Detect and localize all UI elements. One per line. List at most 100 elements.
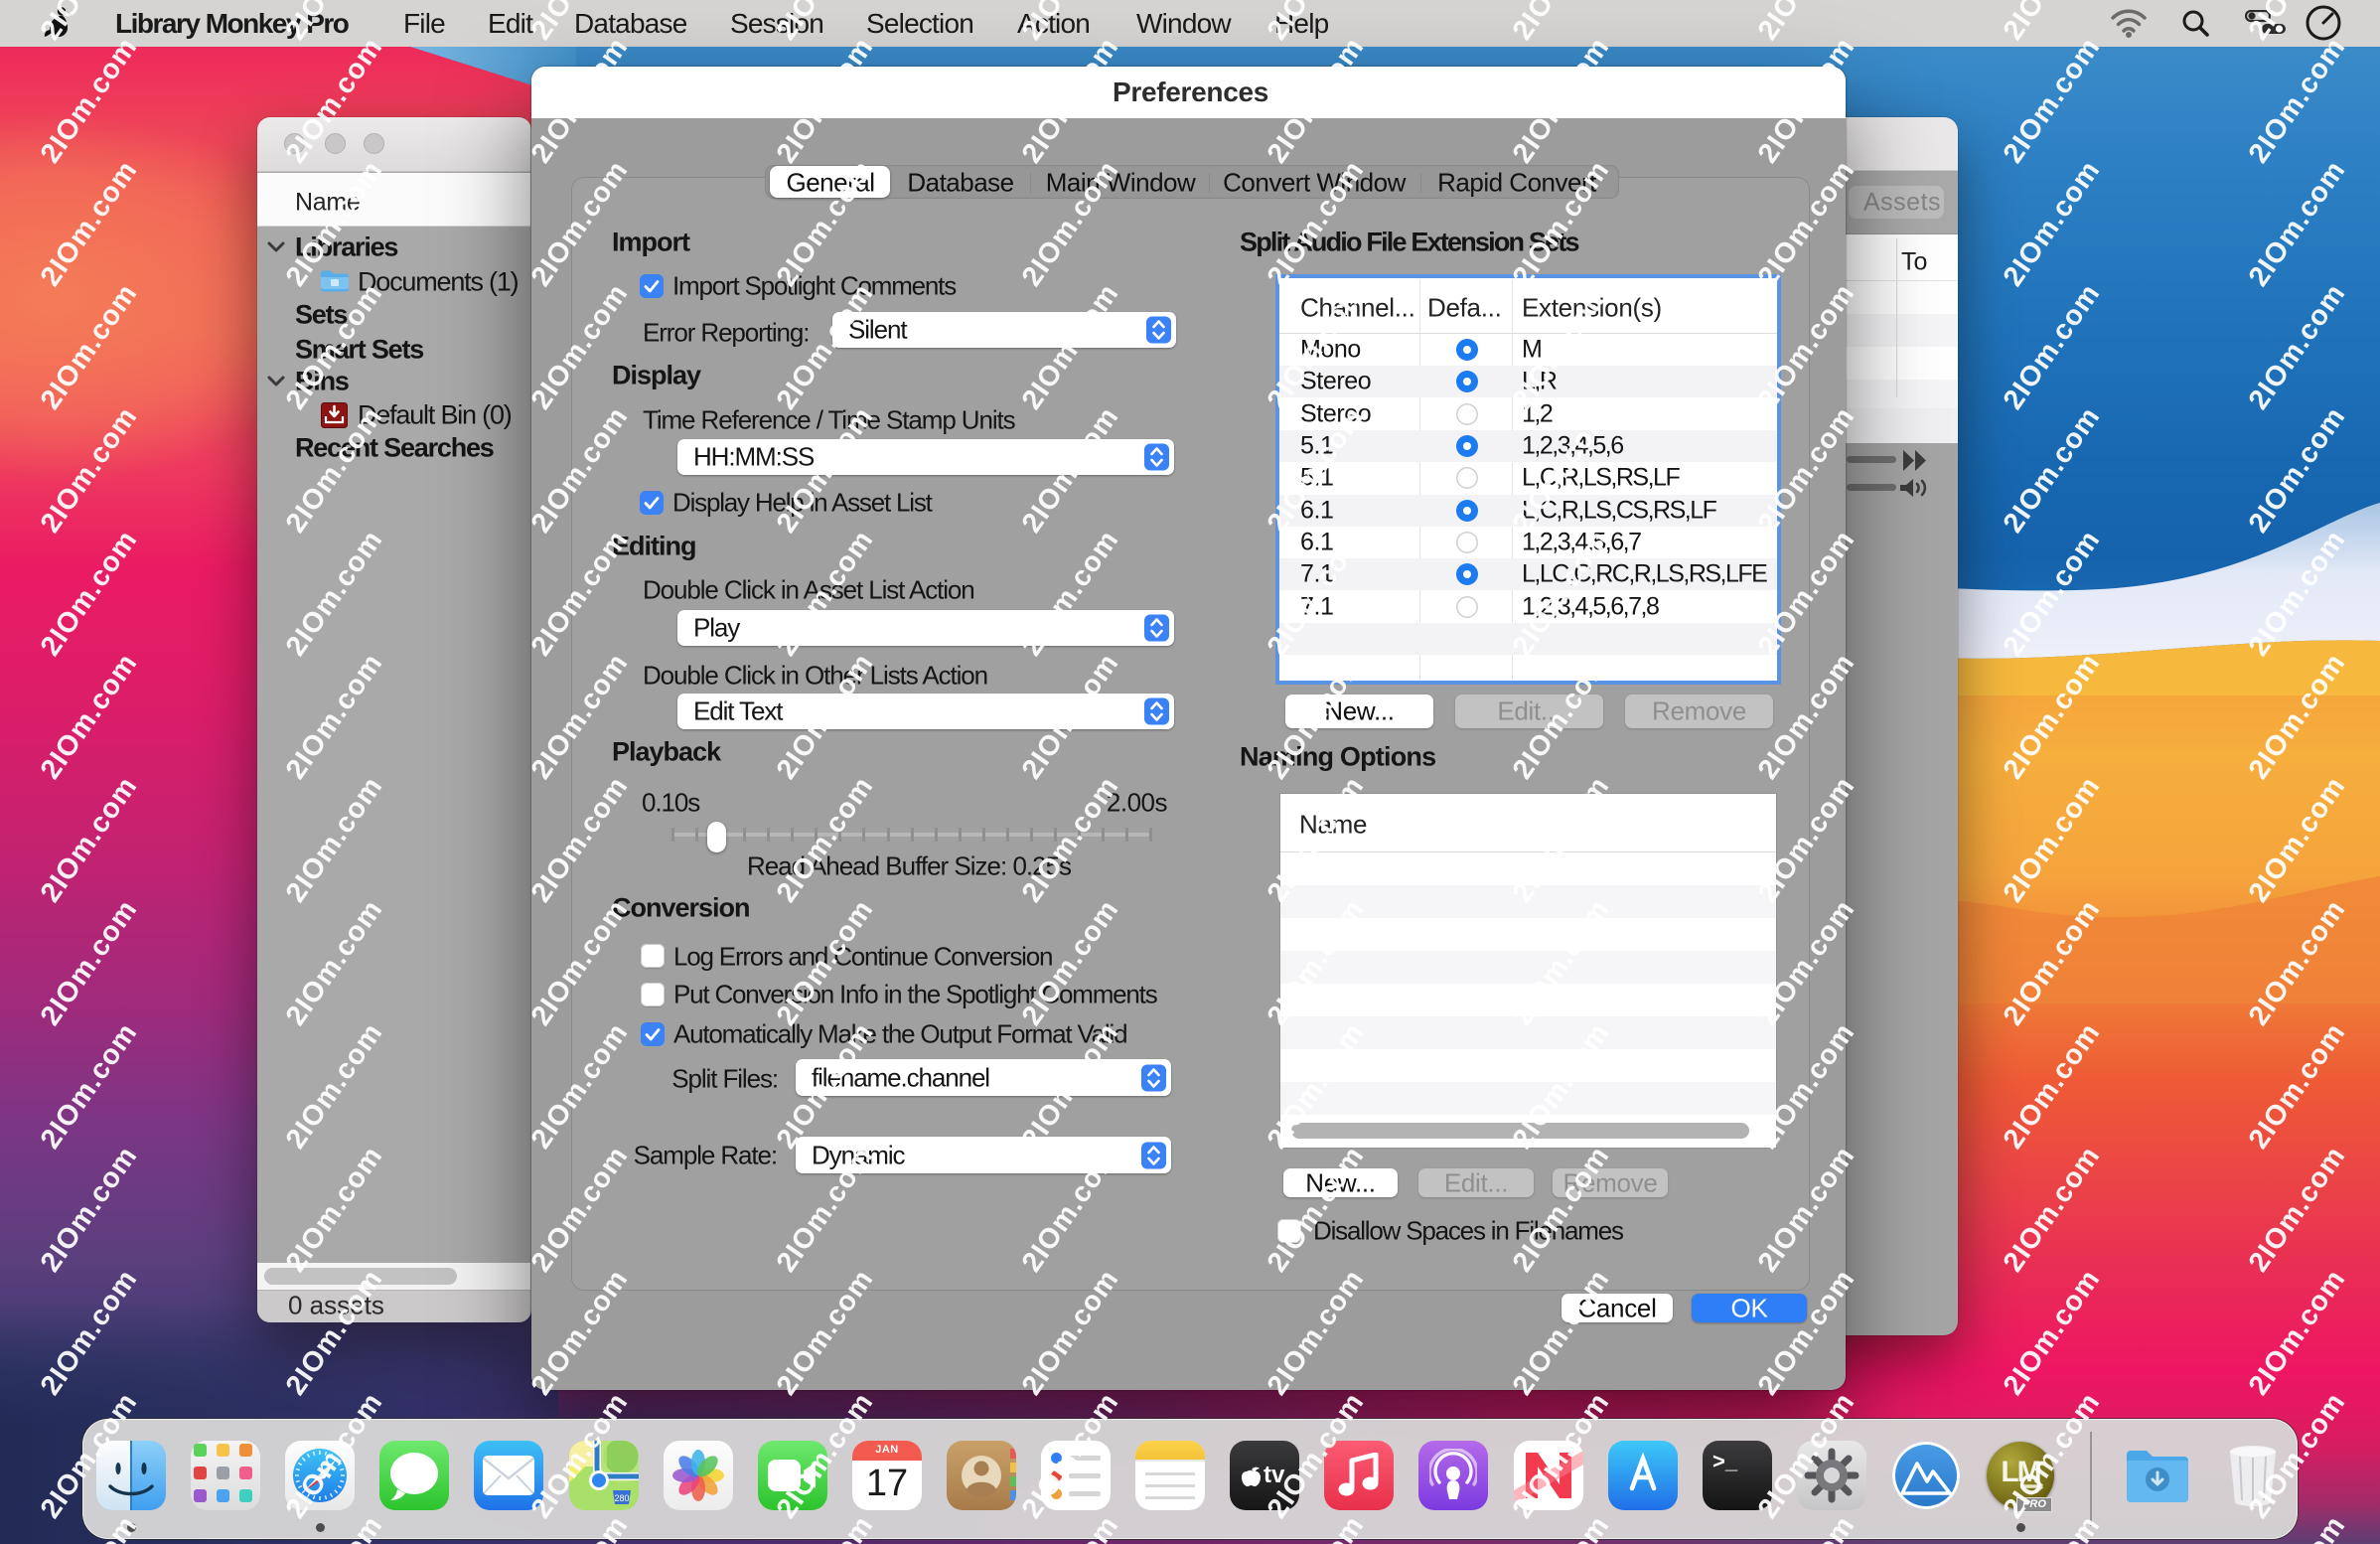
svg-text:2IOm.com: 2IOm.com	[525, 1387, 635, 1524]
svg-text:2IOm.com: 2IOm.com	[1262, 155, 1371, 292]
svg-text:2IOm.com: 2IOm.com	[525, 1141, 635, 1278]
svg-text:2IOm.com: 2IOm.com	[35, 1264, 144, 1401]
svg-text:2IOm.com: 2IOm.com	[525, 155, 635, 292]
svg-text:2IOm.com: 2IOm.com	[771, 648, 880, 785]
svg-text:2IOm.com: 2IOm.com	[1262, 1264, 1371, 1401]
svg-text:2IOm.com: 2IOm.com	[35, 1387, 144, 1524]
svg-text:2IOm.com: 2IOm.com	[2243, 278, 2352, 415]
svg-text:2IOm.com: 2IOm.com	[35, 278, 144, 415]
svg-text:2IOm.com: 2IOm.com	[280, 771, 389, 908]
svg-text:2IOm.com: 2IOm.com	[525, 894, 635, 1031]
svg-text:2IOm.com: 2IOm.com	[771, 1017, 880, 1155]
svg-text:2IOm.com: 2IOm.com	[1262, 648, 1371, 785]
svg-text:2IOm.com: 2IOm.com	[2243, 648, 2352, 785]
svg-text:2IOm.com: 2IOm.com	[1507, 1141, 1616, 1278]
svg-text:2IOm.com: 2IOm.com	[280, 32, 389, 169]
svg-text:2IOm.com: 2IOm.com	[1998, 648, 2107, 785]
svg-text:2IOm.com: 2IOm.com	[1016, 278, 1125, 415]
svg-text:2IOm.com: 2IOm.com	[1262, 1017, 1371, 1155]
svg-text:2IOm.com: 2IOm.com	[771, 1141, 880, 1278]
svg-text:2IOm.com: 2IOm.com	[1507, 525, 1616, 662]
svg-text:2IOm.com: 2IOm.com	[771, 1264, 880, 1401]
svg-text:2IOm.com: 2IOm.com	[1262, 525, 1371, 662]
svg-text:2IOm.com: 2IOm.com	[525, 771, 635, 908]
svg-text:2IOm.com: 2IOm.com	[771, 155, 880, 292]
svg-text:2IOm.com: 2IOm.com	[1016, 401, 1125, 539]
svg-text:2IOm.com: 2IOm.com	[280, 1141, 389, 1278]
svg-text:2IOm.com: 2IOm.com	[1507, 771, 1616, 908]
svg-text:2IOm.com: 2IOm.com	[771, 401, 880, 539]
svg-text:2IOm.com: 2IOm.com	[771, 894, 880, 1031]
svg-text:2IOm.com: 2IOm.com	[1752, 1264, 1861, 1401]
svg-text:2IOm.com: 2IOm.com	[280, 155, 389, 292]
svg-text:2IOm.com: 2IOm.com	[1998, 525, 2107, 662]
svg-text:2IOm.com: 2IOm.com	[35, 648, 144, 785]
svg-text:2IOm.com: 2IOm.com	[1998, 1141, 2107, 1278]
svg-text:2IOm.com: 2IOm.com	[35, 1141, 144, 1278]
svg-text:2IOm.com: 2IOm.com	[2243, 155, 2352, 292]
svg-text:2IOm.com: 2IOm.com	[1507, 1387, 1616, 1524]
svg-text:2IOm.com: 2IOm.com	[1998, 401, 2107, 539]
svg-text:2IOm.com: 2IOm.com	[1752, 155, 1861, 292]
svg-text:2IOm.com: 2IOm.com	[1262, 1141, 1371, 1278]
svg-text:2IOm.com: 2IOm.com	[1507, 155, 1616, 292]
svg-text:2IOm.com: 2IOm.com	[1998, 894, 2107, 1031]
svg-text:2IOm.com: 2IOm.com	[35, 771, 144, 908]
svg-text:2IOm.com: 2IOm.com	[525, 278, 635, 415]
svg-text:2IOm.com: 2IOm.com	[525, 648, 635, 785]
svg-text:2IOm.com: 2IOm.com	[1507, 401, 1616, 539]
svg-text:2IOm.com: 2IOm.com	[2243, 525, 2352, 662]
svg-text:2IOm.com: 2IOm.com	[1507, 278, 1616, 415]
svg-text:2IOm.com: 2IOm.com	[1016, 1141, 1125, 1278]
svg-text:2IOm.com: 2IOm.com	[771, 278, 880, 415]
svg-text:2IOm.com: 2IOm.com	[2243, 1264, 2352, 1401]
svg-text:2IOm.com: 2IOm.com	[1016, 1264, 1125, 1401]
svg-text:2IOm.com: 2IOm.com	[1752, 401, 1861, 539]
svg-text:2IOm.com: 2IOm.com	[525, 525, 635, 662]
svg-text:2IOm.com: 2IOm.com	[280, 648, 389, 785]
svg-text:2IOm.com: 2IOm.com	[525, 32, 635, 169]
svg-text:2IOm.com: 2IOm.com	[35, 894, 144, 1031]
svg-text:2IOm.com: 2IOm.com	[525, 1017, 635, 1155]
svg-text:2IOm.com: 2IOm.com	[35, 32, 144, 169]
svg-text:2IOm.com: 2IOm.com	[1262, 401, 1371, 539]
svg-text:2IOm.com: 2IOm.com	[1016, 525, 1125, 662]
svg-text:2IOm.com: 2IOm.com	[1752, 278, 1861, 415]
svg-text:2IOm.com: 2IOm.com	[280, 278, 389, 415]
svg-text:2IOm.com: 2IOm.com	[1998, 32, 2107, 169]
svg-text:2IOm.com: 2IOm.com	[1752, 648, 1861, 785]
svg-text:2IOm.com: 2IOm.com	[1752, 1017, 1861, 1155]
svg-text:2IOm.com: 2IOm.com	[771, 32, 880, 169]
svg-text:2IOm.com: 2IOm.com	[1262, 1387, 1371, 1524]
svg-text:2IOm.com: 2IOm.com	[771, 771, 880, 908]
svg-text:2IOm.com: 2IOm.com	[1998, 155, 2107, 292]
svg-text:2IOm.com: 2IOm.com	[1016, 894, 1125, 1031]
svg-text:2IOm.com: 2IOm.com	[1998, 1017, 2107, 1155]
svg-text:2IOm.com: 2IOm.com	[1262, 32, 1371, 169]
svg-text:2IOm.com: 2IOm.com	[1507, 1264, 1616, 1401]
svg-text:2IOm.com: 2IOm.com	[1507, 648, 1616, 785]
svg-text:2IOm.com: 2IOm.com	[35, 155, 144, 292]
svg-text:2IOm.com: 2IOm.com	[2243, 894, 2352, 1031]
svg-text:2IOm.com: 2IOm.com	[1262, 278, 1371, 415]
svg-text:2IOm.com: 2IOm.com	[1016, 155, 1125, 292]
svg-text:2IOm.com: 2IOm.com	[1507, 1017, 1616, 1155]
svg-text:2IOm.com: 2IOm.com	[1998, 1387, 2107, 1524]
svg-text:2IOm.com: 2IOm.com	[1016, 648, 1125, 785]
svg-text:2IOm.com: 2IOm.com	[35, 525, 144, 662]
svg-text:2IOm.com: 2IOm.com	[1998, 278, 2107, 415]
svg-text:2IOm.com: 2IOm.com	[771, 1387, 880, 1524]
svg-text:2IOm.com: 2IOm.com	[1752, 1141, 1861, 1278]
svg-text:2IOm.com: 2IOm.com	[525, 401, 635, 539]
svg-text:2IOm.com: 2IOm.com	[1262, 771, 1371, 908]
svg-text:2IOm.com: 2IOm.com	[280, 1264, 389, 1401]
svg-text:2IOm.com: 2IOm.com	[280, 1387, 389, 1524]
svg-text:2IOm.com: 2IOm.com	[2243, 771, 2352, 908]
svg-text:2IOm.com: 2IOm.com	[1998, 1264, 2107, 1401]
svg-text:2IOm.com: 2IOm.com	[1752, 32, 1861, 169]
svg-text:2IOm.com: 2IOm.com	[2243, 1017, 2352, 1155]
svg-text:2IOm.com: 2IOm.com	[35, 401, 144, 539]
svg-text:2IOm.com: 2IOm.com	[1016, 1387, 1125, 1524]
svg-text:2IOm.com: 2IOm.com	[1752, 525, 1861, 662]
svg-text:2IOm.com: 2IOm.com	[280, 1017, 389, 1155]
